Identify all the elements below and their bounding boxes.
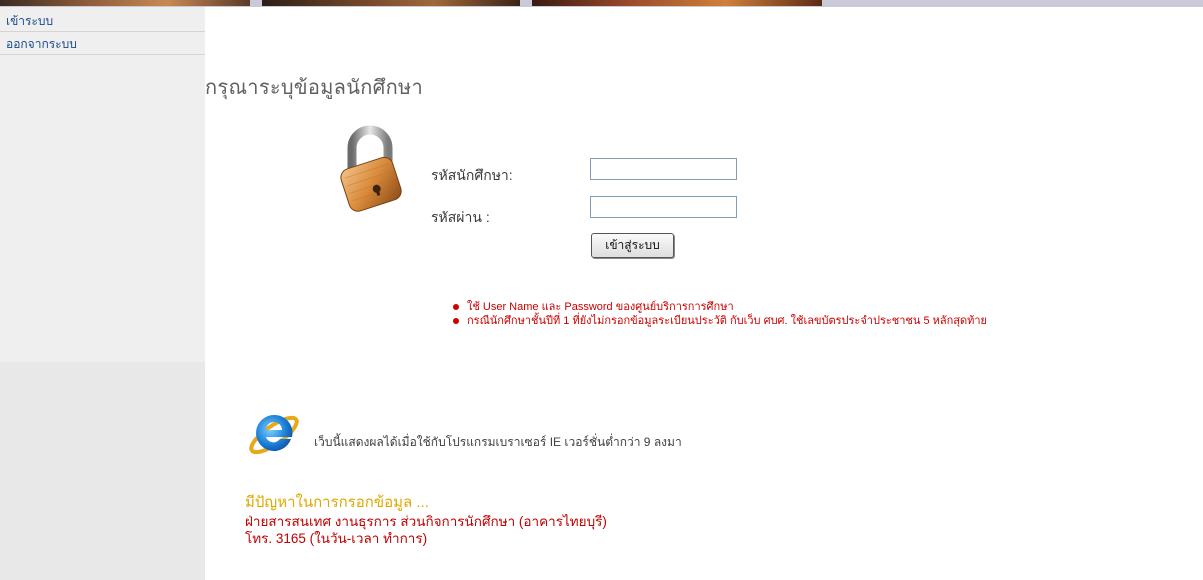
login-button[interactable]: เข้าสู่ระบบ: [591, 233, 674, 258]
password-input[interactable]: [590, 196, 737, 218]
sidebar-item-login[interactable]: เข้าระบบ: [0, 11, 205, 32]
student-id-label: รหัสนักศึกษา:: [431, 167, 513, 183]
header-banner: [0, 0, 1203, 7]
padlock-icon: [340, 125, 402, 212]
bullet-icon: [453, 304, 459, 310]
browser-notice: เว็บนี้แสดงผลได้เมื่อใช้กับโปรแกรมเบราเซ…: [314, 435, 682, 449]
sidebar-item-logout[interactable]: ออกจากระบบ: [0, 34, 205, 55]
note-item: กรณีนักศึกษาชั้นปีที่ 1 ที่ยังไม่กรอกข้อ…: [453, 314, 987, 328]
banner-image: [0, 0, 250, 6]
password-label: รหัสผ่าน :: [431, 209, 490, 225]
banner-image: [532, 0, 822, 6]
note-text: ใช้ User Name และ Password ของศูนย์บริกา…: [467, 301, 734, 313]
internet-explorer-icon: [249, 414, 299, 455]
bullet-icon: [453, 318, 459, 324]
sidebar: เข้าระบบ ออกจากระบบ: [0, 7, 205, 580]
page-title: กรุณาระบุข้อมูลนักศึกษา: [205, 77, 424, 99]
student-id-input[interactable]: [590, 158, 737, 180]
banner-image: [262, 0, 520, 6]
login-notes: ใช้ User Name และ Password ของศูนย์บริกา…: [453, 300, 987, 328]
sidebar-menu-panel: [0, 7, 205, 362]
note-text: กรณีนักศึกษาชั้นปีที่ 1 ที่ยังไม่กรอกข้อ…: [467, 315, 988, 327]
main-content: กรุณาระบุข้อมูลนักศึกษา รหัสนักศึกษา: รห…: [205, 7, 1203, 580]
note-item: ใช้ User Name และ Password ของศูนย์บริกา…: [453, 300, 987, 314]
help-contact-phone: โทร. 3165 (ในวัน-เวลา ทำการ): [245, 531, 428, 546]
